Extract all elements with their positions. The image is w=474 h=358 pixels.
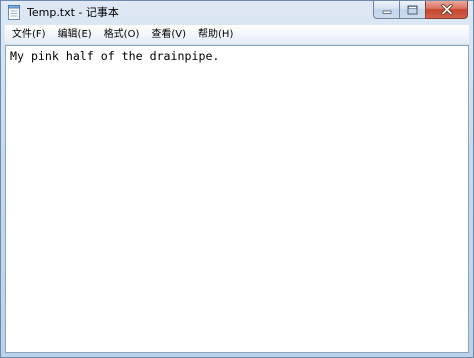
close-button[interactable]	[425, 1, 468, 19]
maximize-button[interactable]	[399, 1, 425, 19]
menu-file[interactable]: 文件(F)	[7, 26, 51, 43]
menu-edit[interactable]: 编辑(E)	[53, 26, 97, 43]
menu-bar: 文件(F) 编辑(E) 格式(O) 查看(V) 帮助(H)	[5, 25, 469, 45]
notepad-window: Temp.txt - 记事本 文件(F) 编辑(E) 格式(O) 查看(V) 帮…	[0, 0, 474, 358]
document-text[interactable]: My pink half of the drainpipe.	[10, 48, 464, 350]
text-editor-area[interactable]: My pink half of the drainpipe.	[5, 45, 469, 353]
menu-help[interactable]: 帮助(H)	[193, 26, 238, 43]
title-bar[interactable]: Temp.txt - 记事本	[1, 1, 473, 24]
minimize-icon	[382, 10, 391, 14]
menu-format[interactable]: 格式(O)	[99, 26, 145, 43]
caption-buttons	[373, 1, 468, 20]
menu-view[interactable]: 查看(V)	[146, 26, 191, 43]
close-icon	[440, 4, 453, 15]
maximize-icon	[407, 5, 418, 14]
minimize-button[interactable]	[373, 1, 399, 19]
window-title: Temp.txt - 记事本	[27, 6, 119, 19]
notepad-app-icon[interactable]	[8, 5, 21, 20]
